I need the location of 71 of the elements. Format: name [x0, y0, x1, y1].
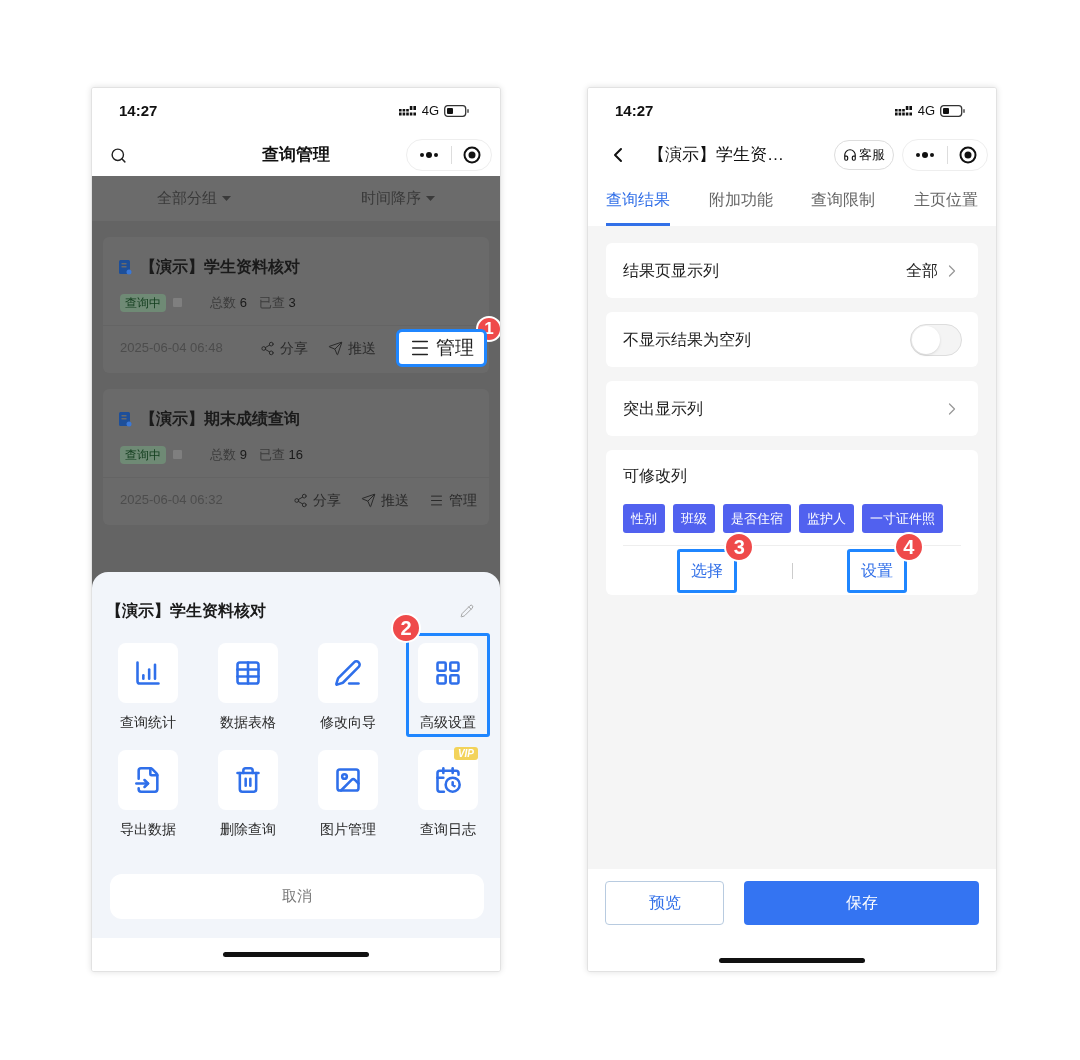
document-icon	[119, 411, 132, 427]
sheet-title: 【演示】学生资料核对	[106, 601, 266, 621]
page-title: 查询管理	[262, 144, 330, 167]
step-badge: 3	[724, 531, 755, 562]
more-icon[interactable]	[419, 152, 439, 158]
save-button[interactable]: 保存	[744, 881, 979, 925]
send-icon	[361, 492, 376, 508]
column-tag: 是否住宿	[723, 504, 791, 533]
page-title: 【演示】学生资…	[648, 144, 784, 167]
caret-icon	[222, 196, 231, 201]
capsule-menu[interactable]	[406, 139, 492, 171]
close-target-icon[interactable]	[463, 146, 481, 164]
trash-icon	[234, 766, 262, 794]
row-label: 结果页显示列	[623, 260, 719, 281]
share-icon	[260, 340, 275, 356]
chart-icon	[134, 659, 162, 687]
step-badge: 4	[893, 531, 924, 562]
more-icon[interactable]	[915, 152, 935, 158]
image-icon	[334, 766, 362, 794]
status-time: 14:27	[119, 100, 158, 121]
card-title: 【演示】期末成绩查询	[140, 409, 300, 429]
calendar-clock-icon	[434, 766, 462, 794]
card-action[interactable]: 管理	[396, 329, 487, 367]
pen-icon	[334, 659, 362, 687]
section-title: 可修改列	[623, 467, 687, 484]
preview-button[interactable]: 预览	[605, 881, 724, 925]
signal-icon	[398, 106, 417, 116]
toggle-switch[interactable]	[910, 323, 962, 356]
sheet-option[interactable]: 数据表格	[206, 633, 290, 737]
capsule-menu[interactable]	[902, 139, 988, 171]
battery-icon	[444, 105, 470, 117]
status-tag: 查询中	[120, 445, 166, 464]
row-label: 不显示结果为空列	[623, 329, 751, 350]
settings-row[interactable]: 结果页显示列 全部	[606, 243, 978, 298]
caret-icon	[426, 196, 435, 201]
tab[interactable]: 主页位置	[913, 176, 978, 226]
tab[interactable]: 附加功能	[708, 176, 773, 226]
headphones-icon	[843, 148, 857, 162]
sheet-option[interactable]: 删除查询	[206, 740, 290, 844]
row-label: 突出显示列	[623, 398, 703, 419]
step-badge: 2	[391, 613, 421, 643]
vip-badge: VIP	[453, 747, 478, 760]
share-icon	[293, 492, 308, 508]
close-target-icon[interactable]	[959, 146, 977, 164]
send-icon	[328, 340, 343, 356]
network-label: 4G	[421, 102, 439, 121]
sheet-option[interactable]: VIP 查询日志	[406, 740, 490, 844]
sheet-option[interactable]: 修改向导	[306, 633, 390, 737]
status-time: 14:27	[615, 100, 654, 121]
document-icon	[119, 259, 132, 275]
column-tag: 性别	[623, 504, 665, 533]
network-label: 4G	[917, 102, 935, 121]
cancel-button[interactable]: 取消	[110, 874, 484, 919]
settings-row[interactable]: 突出显示列	[606, 381, 978, 436]
grid-icon	[434, 659, 462, 687]
sheet-option[interactable]: 查询统计	[106, 633, 190, 737]
sheet-option[interactable]: 图片管理	[306, 740, 390, 844]
battery-icon	[940, 105, 966, 117]
table-icon	[234, 659, 262, 687]
column-tag: 监护人	[799, 504, 854, 533]
signal-icon	[894, 106, 913, 116]
column-tag: 一寸证件照	[862, 504, 943, 533]
sheet-option[interactable]: 导出数据	[106, 740, 190, 844]
row-value: 全部	[906, 260, 938, 281]
search-icon[interactable]	[110, 146, 127, 164]
menu-icon	[429, 492, 444, 508]
tab[interactable]: 查询限制	[811, 176, 876, 226]
column-tag: 班级	[673, 504, 715, 533]
settings-row[interactable]: 不显示结果为空列	[606, 312, 978, 367]
status-tag: 查询中	[120, 293, 166, 312]
card-title: 【演示】学生资料核对	[140, 257, 300, 277]
